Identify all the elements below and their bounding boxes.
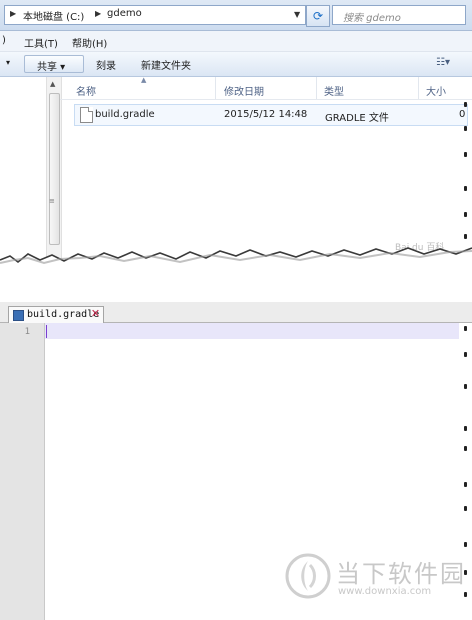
address-bar-row: ▶ 本地磁盘 (C:) ▶ gdemo ▼ ⟳ 搜索 gdemo <box>0 0 472 31</box>
scrollbar-grip-icon: ≡ <box>49 197 55 205</box>
file-modified: 2015/5/12 14:48 <box>224 109 308 120</box>
command-toolbar: ▾ 共享 ▾ 刻录 新建文件夹 ☷▾ <box>0 52 472 77</box>
address-box[interactable]: ▶ 本地磁盘 (C:) ▶ gdemo ▼ <box>4 5 306 25</box>
file-type: GRADLE 文件 <box>325 113 389 124</box>
file-name: build.gradle <box>95 109 155 120</box>
save-file-icon <box>13 310 24 321</box>
line-number: 1 <box>24 327 30 337</box>
column-size[interactable]: 大小 <box>426 83 446 98</box>
burn-button[interactable]: 刻录 <box>96 57 116 72</box>
search-placeholder: 搜索 gdemo <box>343 13 401 24</box>
downxia-watermark-brand: 当下软件园 <box>336 560 466 588</box>
scrollbar-thumb[interactable] <box>49 93 60 245</box>
column-header-row: 名称 修改日期 类型 大小 <box>60 77 472 100</box>
breadcrumb-arrow-icon[interactable]: ▶ <box>10 9 16 18</box>
file-explorer-window: ▶ 本地磁盘 (C:) ▶ gdemo ▼ ⟳ 搜索 gdemo ) 工具(T)… <box>0 0 472 272</box>
address-dropdown-icon[interactable]: ▼ <box>294 10 300 19</box>
file-icon <box>80 107 93 123</box>
tab-label: build.gradle <box>27 309 100 320</box>
search-input[interactable]: 搜索 gdemo <box>332 5 466 25</box>
new-folder-button[interactable]: 新建文件夹 <box>141 57 191 72</box>
breadcrumb-item-drive[interactable]: 本地磁盘 (C:) <box>23 8 84 23</box>
menu-item-tools[interactable]: 工具(T) <box>24 35 58 50</box>
close-tab-icon[interactable]: ✕ <box>90 308 101 319</box>
tab-build-gradle[interactable]: build.gradle ✕ <box>8 306 104 323</box>
breadcrumb-arrow-icon[interactable]: ▶ <box>95 9 101 18</box>
column-modified[interactable]: 修改日期 <box>224 83 264 98</box>
menu-bar: ) 工具(T) 帮助(H) <box>0 31 472 52</box>
column-name[interactable]: 名称 <box>76 83 96 98</box>
share-button[interactable]: 共享 ▾ <box>24 55 84 73</box>
text-caret <box>46 325 47 338</box>
line-number-gutter: 1 <box>0 323 45 620</box>
tab-strip: build.gradle ✕ <box>0 302 472 323</box>
toolbar-chevron-icon[interactable]: ▾ <box>6 58 10 67</box>
downxia-logo-icon <box>285 553 331 599</box>
downxia-watermark-url: www.downxia.com <box>338 586 432 597</box>
file-row[interactable]: build.gradle 2015/5/12 14:48 GRADLE 文件 0 <box>74 104 468 126</box>
view-options-icon[interactable]: ☷▾ <box>436 57 450 68</box>
share-button-label: 共享 ▾ <box>37 62 66 73</box>
menu-item-help[interactable]: 帮助(H) <box>72 35 107 50</box>
column-type[interactable]: 类型 <box>324 83 344 98</box>
menu-item-cut[interactable]: ) <box>2 35 6 46</box>
refresh-icon[interactable]: ⟳ <box>306 5 330 27</box>
current-line-highlight[interactable] <box>45 323 459 339</box>
torn-paper-edge <box>0 247 472 272</box>
breadcrumb-item-folder[interactable]: gdemo <box>107 8 142 19</box>
scroll-up-icon[interactable]: ▲ <box>50 80 55 88</box>
